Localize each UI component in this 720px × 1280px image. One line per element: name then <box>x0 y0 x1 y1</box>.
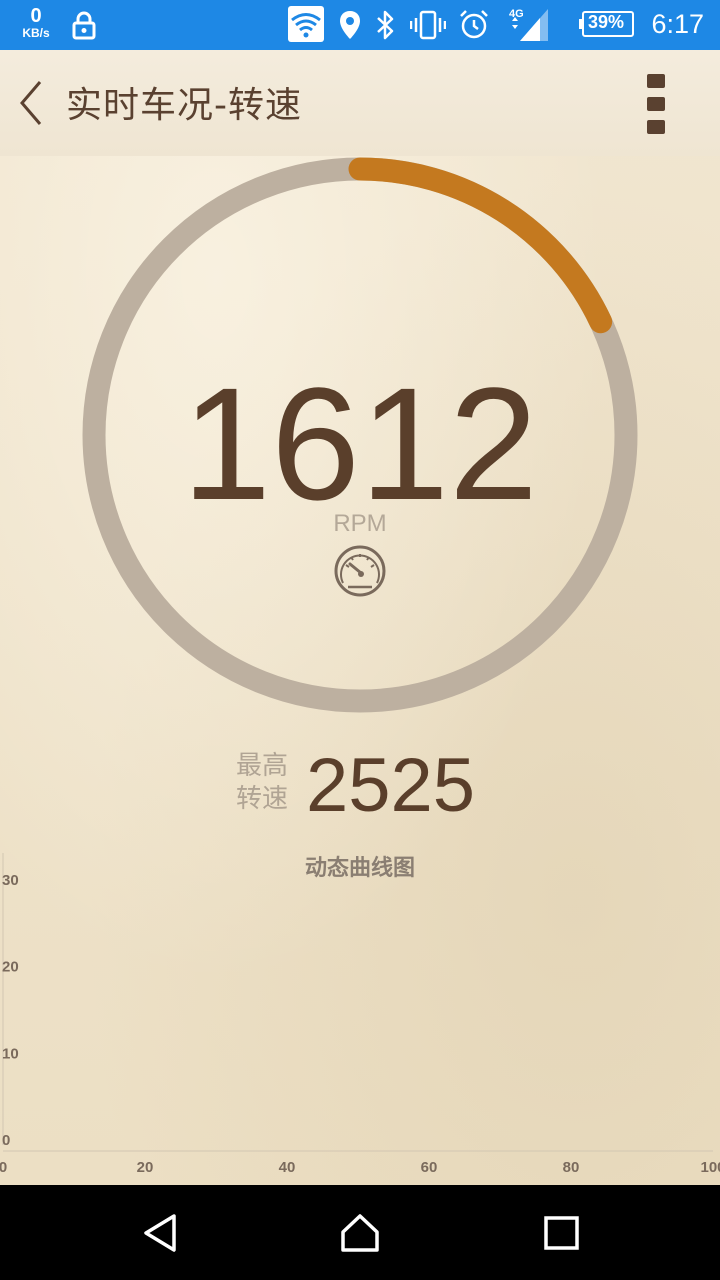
app-header: 实时车况-转速 <box>0 50 720 156</box>
more-vert-icon <box>647 74 665 88</box>
chart-y-tick-label: 30 <box>2 872 19 889</box>
network-speed-unit: KB/s <box>22 26 50 40</box>
bluetooth-icon <box>377 10 394 40</box>
network-speed-value: 0 <box>30 5 42 27</box>
clock: 6:17 <box>651 9 704 39</box>
rpm-line-chart: 0 10 20 30 0 20 40 60 80 100 <box>0 853 720 1176</box>
vibrate-icon <box>410 10 446 40</box>
more-vert-icon-dot <box>647 97 665 111</box>
chart-y-tick-label: 0 <box>2 1132 10 1149</box>
chart-x-tick-label: 40 <box>279 1159 296 1176</box>
chevron-left-icon <box>20 81 42 125</box>
nav-back-button[interactable] <box>140 1213 180 1253</box>
chart-y-tick-label: 20 <box>2 959 19 976</box>
rpm-value: 1612 <box>182 354 538 533</box>
network-type-label: 4G <box>509 8 524 20</box>
nav-home-button[interactable] <box>340 1213 380 1253</box>
overflow-menu-button[interactable] <box>644 72 668 136</box>
signal-icon: 4G <box>509 8 548 41</box>
chart-x-tick-label: 20 <box>137 1159 154 1176</box>
chart-x-tick-label: 60 <box>421 1159 438 1176</box>
chart-x-tick-label: 80 <box>563 1159 580 1176</box>
wifi-icon <box>288 6 324 42</box>
gauge-progress-arc <box>348 157 613 334</box>
network-speed: 0 KB/s <box>18 6 54 39</box>
lock-icon <box>72 11 96 40</box>
status-bar: 0 KB/s 4G 39% 6:17 <box>0 0 720 50</box>
navigation-bar <box>0 1185 720 1280</box>
chart-x-tick-label: 0 <box>0 1159 7 1176</box>
chart-y-tick-label: 10 <box>2 1045 19 1062</box>
nav-recents-button[interactable] <box>542 1213 582 1253</box>
battery-percent: 39% <box>588 12 625 32</box>
alarm-icon <box>460 10 488 39</box>
chart-x-tick-label: 100 <box>700 1159 720 1176</box>
page-title: 实时车况-转速 <box>66 85 302 126</box>
max-rpm-label-line2: 转速 <box>236 784 289 814</box>
nav-home-icon <box>341 1214 379 1252</box>
max-rpm-value: 2525 <box>306 743 476 828</box>
nav-recents-icon <box>544 1216 579 1250</box>
back-button[interactable] <box>14 78 54 128</box>
max-rpm-label-line1: 最高 <box>236 751 289 781</box>
speedometer-icon <box>334 545 386 597</box>
more-vert-icon-dot <box>647 120 665 134</box>
max-rpm-label: 最高 转速 <box>236 750 296 816</box>
location-icon <box>340 11 360 39</box>
nav-back-icon <box>144 1214 176 1252</box>
rpm-unit: RPM <box>333 510 387 537</box>
